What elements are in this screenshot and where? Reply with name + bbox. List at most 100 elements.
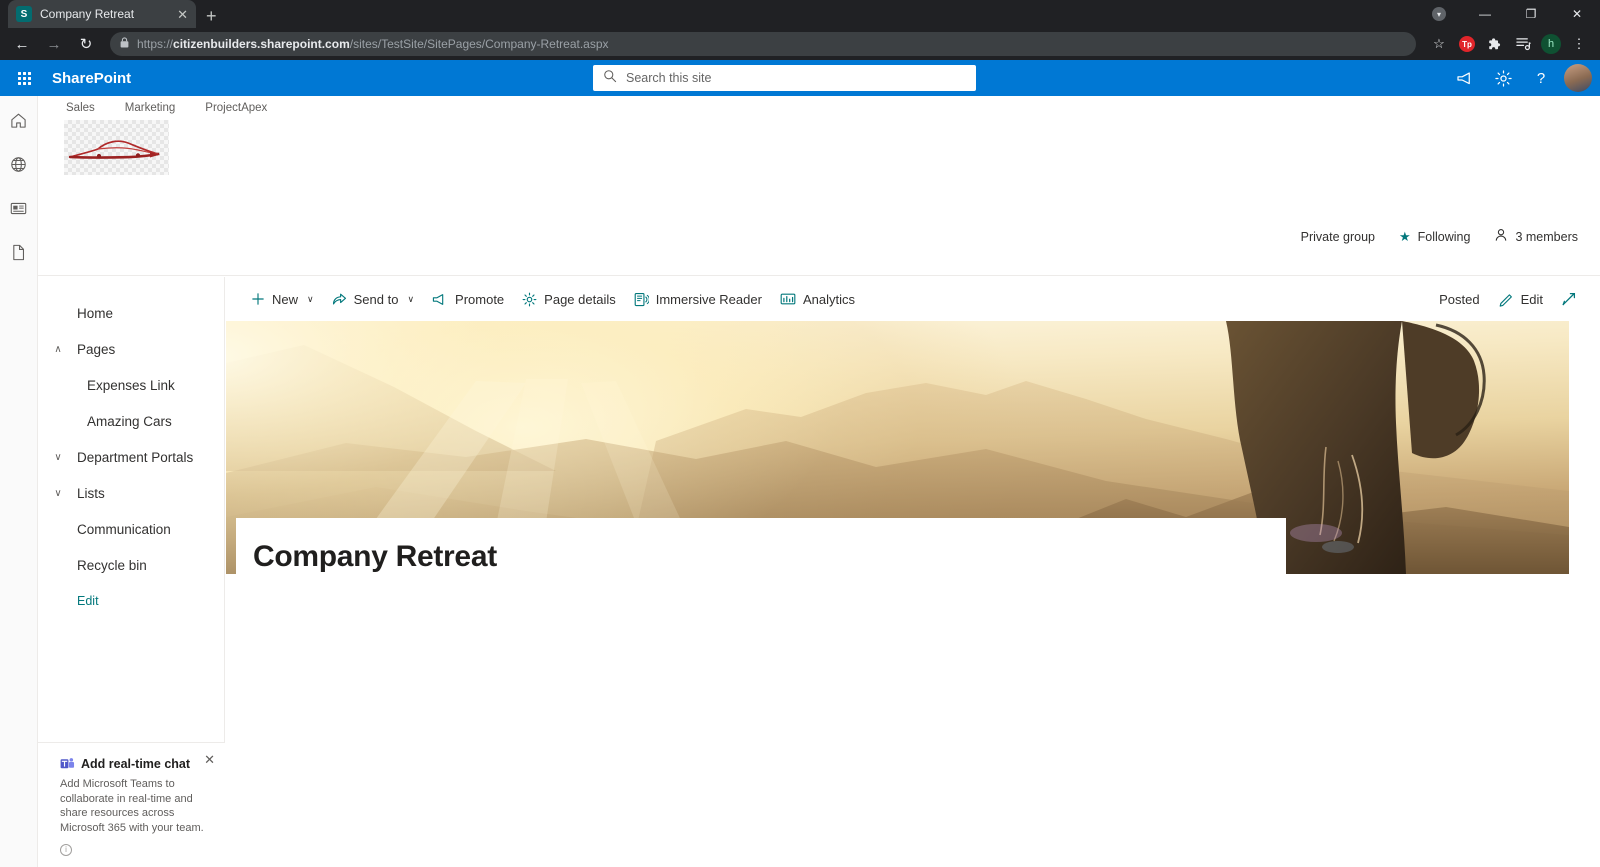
window-close-button[interactable]: ✕ (1554, 0, 1600, 28)
profile-chevron-icon[interactable]: ▾ (1416, 0, 1462, 28)
extension-tp-icon[interactable]: Tp (1454, 31, 1480, 57)
address-bar[interactable]: https://citizenbuilders.sharepoint.com/s… (110, 32, 1416, 56)
close-icon[interactable]: ✕ (177, 8, 188, 21)
nav-edit-link[interactable]: Edit (38, 583, 224, 619)
user-avatar[interactable] (1564, 64, 1592, 92)
chevron-down-icon[interactable]: ∨ (49, 488, 67, 499)
hero-banner-image: Company Retreat Henry Legge (226, 321, 1569, 574)
page-title: Company Retreat (253, 540, 497, 573)
promo-title: Add real-time chat (60, 757, 209, 771)
nav-label: Recycle bin (77, 557, 147, 573)
star-icon: ★ (1399, 228, 1411, 244)
expand-button[interactable] (1552, 282, 1586, 316)
promo-title-text: Add real-time chat (81, 757, 191, 771)
chevron-down-icon[interactable]: ∨ (49, 452, 67, 463)
hub-tab-marketing[interactable]: Marketing (125, 102, 176, 114)
analytics-button[interactable]: Analytics (771, 282, 864, 316)
hub-tab-sales[interactable]: Sales (66, 102, 95, 114)
address-bar-url: https://citizenbuilders.sharepoint.com/s… (137, 37, 609, 51)
hub-navigation: Sales Marketing ProjectApex (38, 96, 1600, 114)
nav-item-home[interactable]: Home (38, 295, 224, 331)
suite-bar-actions: ? (1448, 62, 1592, 94)
page-title-card: Company Retreat Henry Legge (236, 518, 1286, 574)
nav-label: Department Portals (77, 449, 194, 465)
page-command-bar: New ∨ Send to ∨ Promote Page details Imm… (226, 277, 1600, 321)
window-controls: ▾ — ❐ ✕ (1416, 0, 1600, 28)
send-to-button[interactable]: Send to ∨ (323, 282, 423, 316)
hub-tab-projectapex[interactable]: ProjectApex (205, 102, 267, 114)
new-label: New (272, 291, 299, 307)
chevron-down-icon[interactable]: ∨ (407, 294, 414, 305)
news-icon[interactable] (5, 194, 33, 222)
page-details-button[interactable]: Page details (513, 282, 625, 316)
help-icon[interactable]: ? (1524, 62, 1558, 94)
page-canvas: Company Retreat Henry Legge Get pumped! … (226, 321, 1600, 867)
site-meta: Private group ★ Following 3 members (1301, 228, 1578, 245)
megaphone-icon[interactable] (1448, 62, 1482, 94)
forward-icon[interactable]: → (40, 30, 68, 58)
plus-icon (251, 292, 265, 306)
reload-icon[interactable]: ↻ (72, 30, 100, 58)
nav-item-lists[interactable]: ∨ Lists (38, 475, 224, 511)
following-label: Following (1417, 229, 1471, 244)
new-tab-button[interactable]: + (206, 7, 217, 25)
nav-label: Pages (77, 341, 116, 357)
send-to-icon (332, 292, 347, 306)
nav-label: Communication (77, 521, 171, 537)
edit-label: Edit (1520, 291, 1543, 307)
nav-item-amazing-cars[interactable]: Amazing Cars (38, 403, 224, 439)
document-icon[interactable] (5, 238, 33, 266)
chevron-up-icon[interactable]: ∧ (49, 344, 67, 355)
nav-label: Amazing Cars (87, 413, 172, 429)
members-button[interactable]: 3 members (1494, 228, 1578, 245)
promote-button[interactable]: Promote (423, 282, 513, 316)
app-launcher-icon[interactable] (10, 64, 38, 92)
following-button[interactable]: ★ Following (1399, 229, 1470, 245)
nav-label: Expenses Link (87, 377, 175, 393)
promote-label: Promote (455, 291, 505, 307)
browser-tab[interactable]: S Company Retreat ✕ (8, 0, 196, 28)
left-app-rail (0, 96, 38, 867)
site-header: Sales Marketing ProjectApex Private grou… (38, 96, 1600, 276)
send-to-label: Send to (353, 291, 399, 307)
site-area: Sales Marketing ProjectApex Private grou… (0, 96, 1600, 867)
search-placeholder: Search this site (626, 71, 712, 85)
extensions-puzzle-icon[interactable] (1482, 31, 1508, 57)
edit-button[interactable]: Edit (1490, 282, 1552, 316)
reading-list-icon[interactable] (1510, 31, 1536, 57)
nav-item-expenses-link[interactable]: Expenses Link (38, 367, 224, 403)
site-logo (64, 120, 169, 175)
promo-body: Add Microsoft Teams to collaborate in re… (60, 778, 204, 834)
browser-profile-avatar[interactable]: h (1538, 31, 1564, 57)
nav-item-department-portals[interactable]: ∨ Department Portals (38, 439, 224, 475)
privacy-label: Private group (1300, 229, 1375, 244)
sharepoint-brand[interactable]: SharePoint (52, 70, 131, 87)
analytics-label: Analytics (802, 291, 855, 307)
browser-title-bar: S Company Retreat ✕ + ▾ — ❐ ✕ (0, 0, 1600, 28)
gear-icon[interactable] (1486, 62, 1520, 94)
back-icon[interactable]: ← (8, 30, 36, 58)
nav-label: Home (77, 305, 114, 321)
nav-item-pages[interactable]: ∧ Pages (38, 331, 224, 367)
maximize-button[interactable]: ❐ (1508, 0, 1554, 28)
info-icon[interactable]: i (60, 843, 72, 856)
immersive-reader-button[interactable]: Immersive Reader (625, 282, 771, 316)
members-count: 3 members (1515, 229, 1578, 244)
gear-icon (522, 292, 537, 307)
nav-item-recycle-bin[interactable]: Recycle bin (38, 547, 224, 583)
site-search-box[interactable]: Search this site (593, 65, 976, 91)
immersive-reader-label: Immersive Reader (655, 291, 762, 307)
globe-icon[interactable] (5, 150, 33, 178)
chevron-down-icon[interactable]: ∨ (307, 294, 314, 305)
status-badge: Posted (1439, 291, 1480, 307)
home-icon[interactable] (5, 106, 33, 134)
bookmark-star-icon[interactable]: ☆ (1426, 31, 1452, 57)
pencil-icon (1499, 292, 1514, 307)
browser-menu-icon[interactable]: ⋮ (1566, 31, 1592, 57)
close-icon[interactable]: ✕ (204, 753, 215, 766)
promote-megaphone-icon (432, 293, 448, 306)
nav-item-communication[interactable]: Communication (38, 511, 224, 547)
minimize-button[interactable]: — (1462, 0, 1508, 28)
new-button[interactable]: New ∨ (242, 282, 323, 316)
command-bar-right: Posted Edit (1439, 282, 1600, 316)
